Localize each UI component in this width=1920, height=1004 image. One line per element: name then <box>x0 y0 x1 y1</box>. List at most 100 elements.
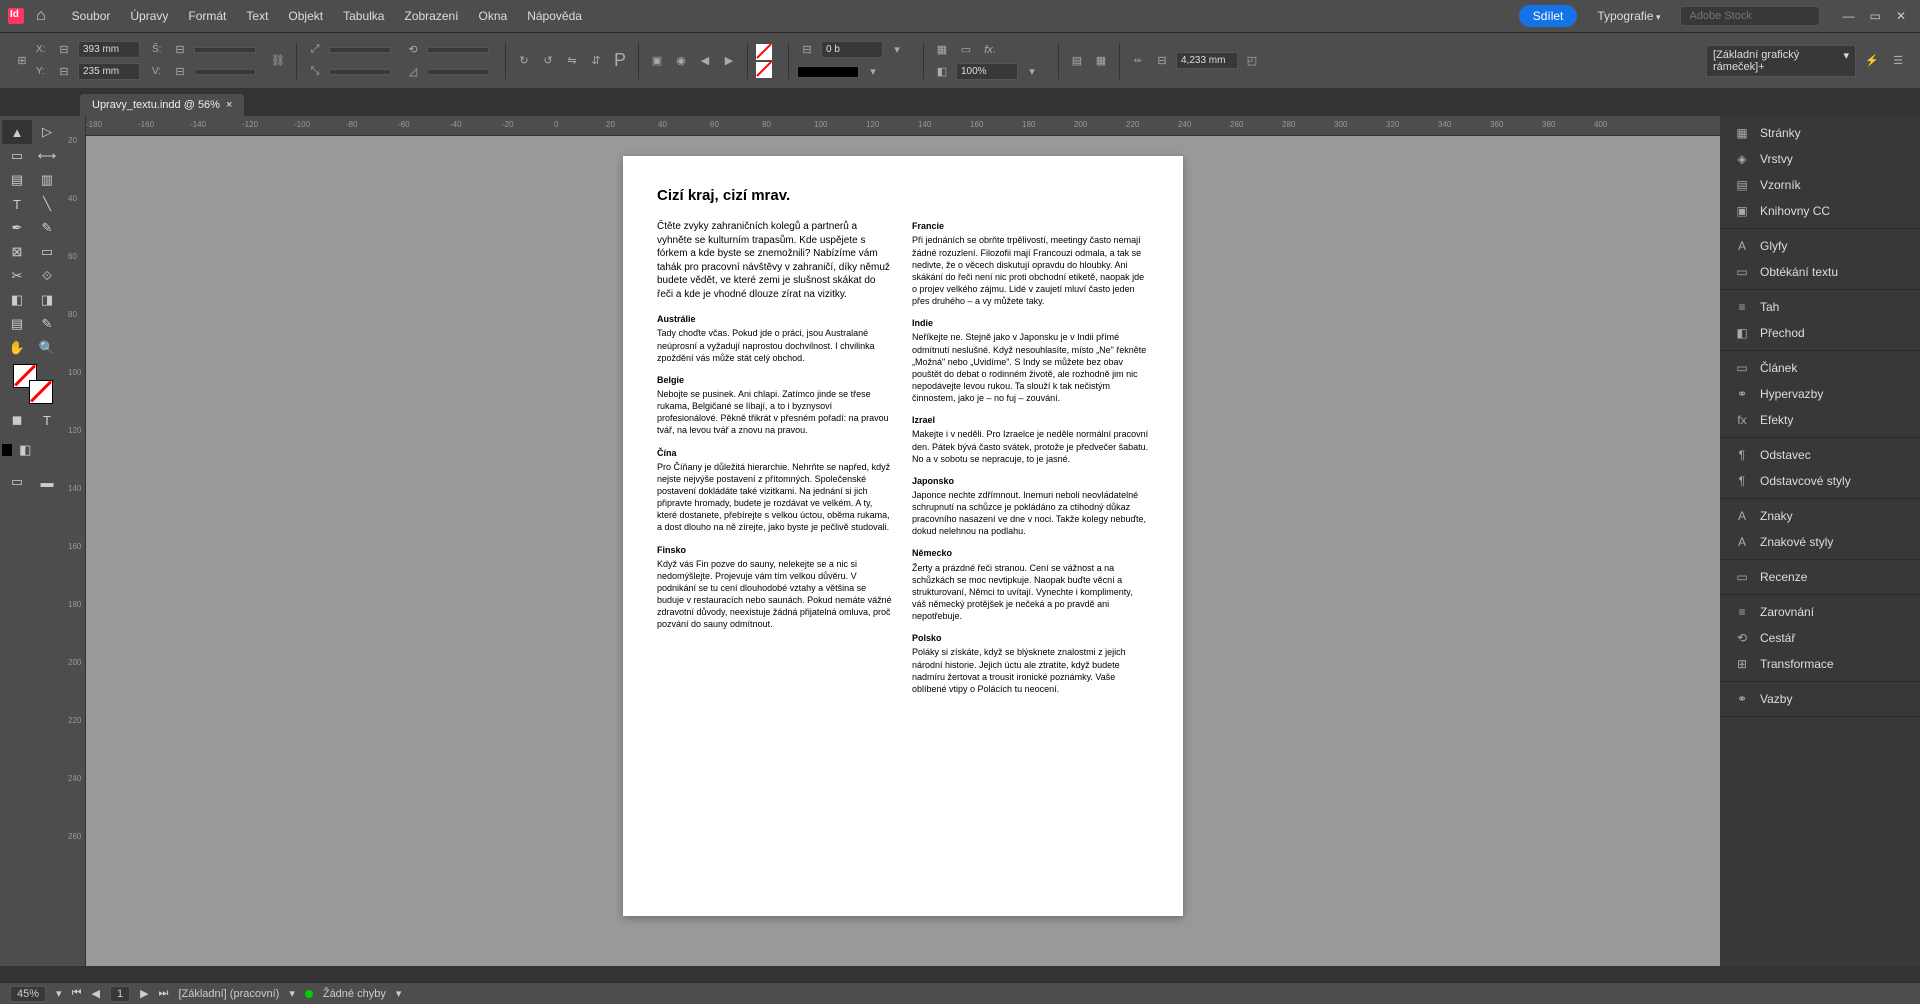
home-icon[interactable]: ⌂ <box>36 7 46 25</box>
document-tab[interactable]: Upravy_textu.indd @ 56%× <box>80 94 244 116</box>
shear-icon[interactable]: ◿ <box>403 62 423 82</box>
line-tool[interactable]: ╲ <box>32 192 62 216</box>
effects-icon[interactable]: ▭ <box>956 40 976 60</box>
dropdown-icon[interactable]: ▾ <box>396 987 402 1000</box>
panel-item[interactable]: fxEfekty <box>1720 407 1920 433</box>
select-next-icon[interactable]: ▶ <box>719 51 739 71</box>
view-mode-preview[interactable]: ▬ <box>32 470 62 494</box>
horizontal-ruler[interactable]: -180-160-140-120-100-80-60-40-2002040608… <box>86 116 1720 136</box>
layer-indicator[interactable]: [Základní] (pracovní) <box>178 988 279 1000</box>
x-input[interactable]: 393 mm <box>78 41 140 58</box>
minimize-button[interactable]: — <box>1842 9 1854 23</box>
canvas-area[interactable]: Cizí kraj, cizí mrav. Čtěte zvyky zahran… <box>86 136 1720 966</box>
rotate-input[interactable] <box>427 47 489 53</box>
rotate-ccw-icon[interactable]: ↺ <box>538 51 558 71</box>
apply-none-icon[interactable] <box>38 438 64 462</box>
rotate-cw-icon[interactable]: ↻ <box>514 51 534 71</box>
dropdown-icon[interactable]: ▾ <box>863 62 883 82</box>
panel-item[interactable]: AZnaky <box>1720 503 1920 529</box>
fill-none-icon[interactable] <box>756 44 772 60</box>
panel-item[interactable]: ◈Vrstvy <box>1720 146 1920 172</box>
scale-y-input[interactable] <box>329 69 391 75</box>
pen-tool[interactable]: ✒ <box>2 216 32 240</box>
pencil-tool[interactable]: ✎ <box>32 216 62 240</box>
scissors-tool[interactable]: ✂ <box>2 264 32 288</box>
quick-apply-icon[interactable]: ⚡ <box>1862 51 1882 71</box>
apply-color-icon[interactable]: ◼ <box>2 408 32 432</box>
select-prev-icon[interactable]: ◀ <box>695 51 715 71</box>
panel-item[interactable]: ▭Obtékání textu <box>1720 259 1920 285</box>
select-container-icon[interactable]: ▣ <box>647 51 667 71</box>
rotate-icon[interactable]: ⟲ <box>403 40 423 60</box>
dropdown-icon[interactable]: ▾ <box>56 987 62 1000</box>
menu-upravy[interactable]: Úpravy <box>120 9 178 23</box>
free-transform-tool[interactable]: ⟐ <box>32 264 62 288</box>
type-tool[interactable]: T <box>2 192 32 216</box>
y-input[interactable]: 235 mm <box>78 63 140 80</box>
gradient-feather-tool[interactable]: ◨ <box>32 288 62 312</box>
menu-zobrazeni[interactable]: Zobrazení <box>394 9 468 23</box>
direct-selection-tool[interactable]: ▷ <box>32 120 62 144</box>
corner-input[interactable]: 4,233 mm <box>1176 52 1238 69</box>
panel-item[interactable]: AGlyfy <box>1720 233 1920 259</box>
panel-item[interactable]: ⚭Hypervazby <box>1720 381 1920 407</box>
flip-h-icon[interactable]: ⇋ <box>562 51 582 71</box>
h-input[interactable] <box>194 69 256 75</box>
share-button[interactable]: Sdílet <box>1519 5 1578 27</box>
opacity-input[interactable]: 100% <box>956 63 1018 80</box>
panel-item[interactable]: ⊞Transformace <box>1720 651 1920 677</box>
zoom-tool[interactable]: 🔍 <box>32 336 62 360</box>
page-nav-prev[interactable]: ◀ <box>91 987 99 1000</box>
constrain-icon[interactable]: ⛓ <box>268 51 288 71</box>
view-mode-normal[interactable]: ▭ <box>2 470 32 494</box>
menu-napoveda[interactable]: Nápověda <box>517 9 592 23</box>
content-collector-tool[interactable]: ▤ <box>2 168 32 192</box>
menu-soubor[interactable]: Soubor <box>62 9 121 23</box>
stepper-icon[interactable]: ⊟ <box>1152 51 1172 71</box>
vertical-ruler[interactable]: 20406080100120140160180200220240260 <box>66 116 86 966</box>
close-button[interactable]: ✕ <box>1896 9 1906 23</box>
text-wrap-icon[interactable]: ▦ <box>1091 51 1111 71</box>
menu-format[interactable]: Formát <box>178 9 236 23</box>
eyedropper-tool[interactable]: ✎ <box>32 312 62 336</box>
content-placer-tool[interactable]: ▥ <box>32 168 62 192</box>
menu-okna[interactable]: Okna <box>469 9 518 23</box>
scale-x-input[interactable] <box>329 47 391 53</box>
stroke-style-swatch[interactable] <box>797 66 859 78</box>
panel-item[interactable]: ⟲Cestář <box>1720 625 1920 651</box>
stepper-icon[interactable]: ⊟ <box>54 40 74 60</box>
shear-input[interactable] <box>427 69 489 75</box>
gradient-swatch-tool[interactable]: ◧ <box>2 288 32 312</box>
text-wrap-icon[interactable]: ▤ <box>1067 51 1087 71</box>
panel-item[interactable]: ▤Vzorník <box>1720 172 1920 198</box>
select-content-icon[interactable]: ◉ <box>671 51 691 71</box>
panel-item[interactable]: ▣Knihovny CC <box>1720 198 1920 224</box>
page-nav-last[interactable]: ⏭ <box>159 987 169 1000</box>
panel-item[interactable]: ≡Zarovnání <box>1720 599 1920 625</box>
flip-v-icon[interactable]: ⇵ <box>586 51 606 71</box>
panel-item[interactable]: ▭Recenze <box>1720 564 1920 590</box>
menu-text[interactable]: Text <box>236 9 278 23</box>
dropdown-icon[interactable]: ▾ <box>289 987 295 1000</box>
corner-icon[interactable]: ⬰ <box>1128 51 1148 71</box>
stepper-icon[interactable]: ⊟ <box>170 40 190 60</box>
corner-type-icon[interactable]: ◰ <box>1242 51 1262 71</box>
gap-tool[interactable]: ⟷ <box>32 144 62 168</box>
page-tool[interactable]: ▭ <box>2 144 32 168</box>
document-page[interactable]: Cizí kraj, cizí mrav. Čtěte zvyky zahran… <box>623 156 1183 916</box>
panel-item[interactable]: ¶Odstavec <box>1720 442 1920 468</box>
stock-search-input[interactable] <box>1680 6 1820 26</box>
close-tab-icon[interactable]: × <box>226 99 232 111</box>
apply-gradient-icon[interactable]: ◧ <box>12 438 38 462</box>
dropdown-icon[interactable]: ▾ <box>887 40 907 60</box>
rectangle-frame-tool[interactable]: ⊠ <box>2 240 32 264</box>
menu-icon[interactable]: ☰ <box>1888 51 1908 71</box>
panel-item[interactable]: ≡Tah <box>1720 294 1920 320</box>
panel-item[interactable]: ⚭Vazby <box>1720 686 1920 712</box>
fill-stroke-swatch[interactable] <box>13 364 53 404</box>
stroke-weight-input[interactable]: 0 b <box>821 41 883 58</box>
hand-tool[interactable]: ✋ <box>2 336 32 360</box>
w-input[interactable] <box>194 47 256 53</box>
stroke-none-icon[interactable] <box>756 62 772 78</box>
reference-point-icon[interactable]: ⊞ <box>12 51 32 71</box>
